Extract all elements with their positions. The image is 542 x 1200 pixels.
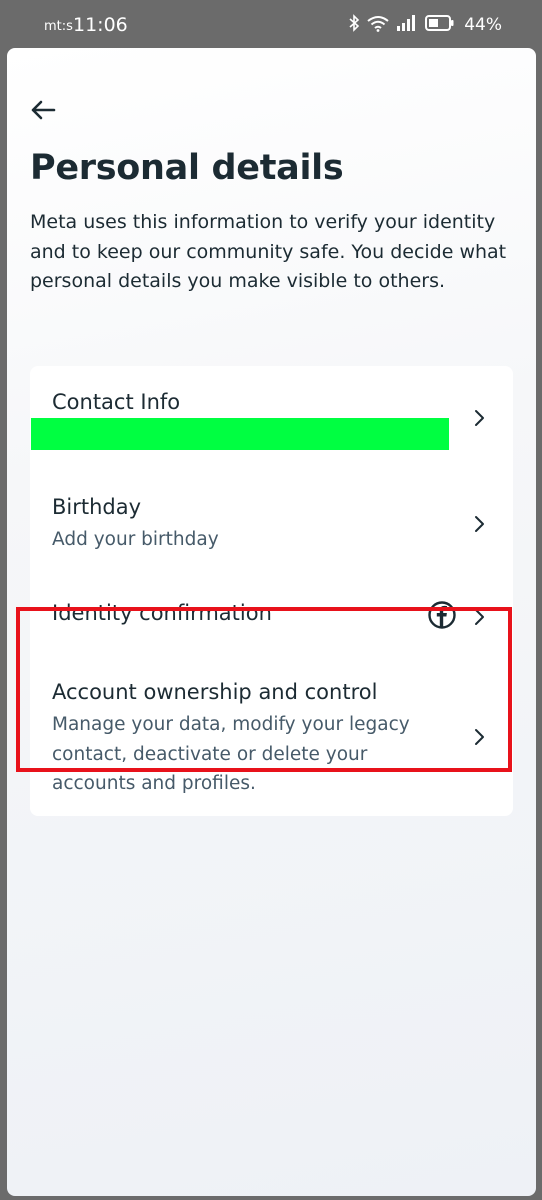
status-icons: 44% (348, 14, 502, 36)
chevron-right-icon (475, 609, 484, 625)
carrier-label: mt:s (44, 19, 73, 34)
status-bar: mt:s 11:06 44% (0, 0, 542, 48)
back-button[interactable] (27, 94, 59, 126)
chevron-right-icon (475, 410, 484, 426)
signal-icon (396, 15, 418, 35)
account-ownership-title: Account ownership and control (52, 680, 378, 704)
birthday-subtitle: Add your birthday (52, 529, 219, 550)
birthday-title: Birthday (52, 495, 142, 519)
birthday-item[interactable]: Birthday Add your birthday (30, 470, 513, 578)
status-time: 11:06 (73, 14, 128, 36)
facebook-icon (428, 601, 456, 629)
page-description: Meta uses this information to verify you… (30, 211, 507, 292)
chevron-right-icon (475, 516, 484, 532)
battery-percentage: 44% (464, 15, 502, 35)
identity-confirmation-item[interactable]: Identity confirmation (30, 578, 513, 664)
contact-info-title: Contact Info (52, 390, 181, 414)
account-ownership-subtitle: Manage your data, modify your legacy con… (52, 714, 410, 794)
chevron-right-icon (475, 729, 484, 745)
wifi-icon (367, 15, 389, 36)
arrow-left-icon (31, 100, 56, 120)
identity-confirmation-title: Identity confirmation (52, 601, 272, 625)
contact-info-redaction (31, 418, 449, 450)
account-ownership-item[interactable]: Account ownership and control Manage you… (30, 664, 513, 816)
page-title: Personal details (30, 148, 344, 188)
battery-icon (425, 15, 455, 35)
bluetooth-icon (348, 14, 360, 36)
personal-details-screen: Personal details Meta uses this informat… (7, 48, 536, 1196)
